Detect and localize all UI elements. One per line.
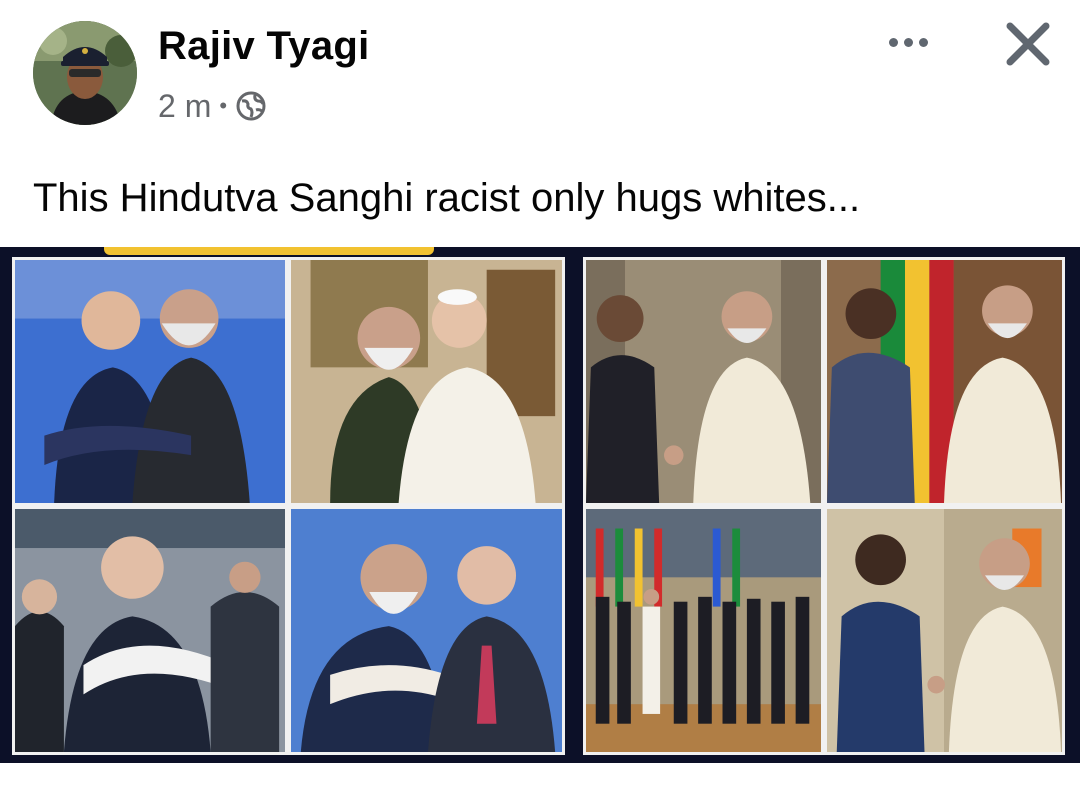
more-dot [918, 37, 928, 47]
collage-photo [824, 506, 1065, 755]
post-text: This Hindutva Sanghi racist only hugs wh… [33, 176, 861, 220]
collage-photo [824, 257, 1065, 506]
globe-icon[interactable] [235, 90, 267, 122]
collage-left [12, 257, 565, 755]
more-dot [888, 37, 898, 47]
more-options-icon[interactable] [876, 22, 940, 62]
collage-photo [288, 257, 565, 506]
collage-photo [12, 257, 288, 506]
collage-photo [12, 506, 288, 755]
collage-photo [288, 506, 565, 755]
collage-photo [583, 257, 824, 506]
post-image[interactable] [0, 247, 1080, 763]
collage-photo [583, 506, 824, 755]
post-footer [0, 763, 1080, 794]
more-dot [903, 37, 913, 47]
author-name[interactable]: Rajiv Tyagi [158, 24, 370, 69]
meta-separator: • [219, 93, 228, 118]
close-icon[interactable] [998, 14, 1058, 74]
post-meta: 2 m • [158, 86, 267, 126]
avatar-image [33, 21, 137, 125]
avatar[interactable] [33, 21, 137, 125]
collage-right [583, 257, 1065, 755]
timestamp[interactable]: 2 m [158, 88, 211, 125]
image-top-banner [104, 247, 434, 255]
post-header: Rajiv Tyagi 2 m • [0, 0, 1080, 150]
